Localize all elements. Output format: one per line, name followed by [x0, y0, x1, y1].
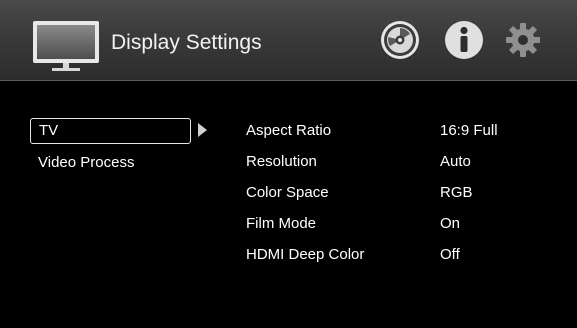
category-list: TV Video Process — [30, 118, 210, 181]
setting-value: 16:9 Full — [440, 122, 498, 139]
tv-icon — [33, 21, 99, 71]
selection-arrow-icon — [198, 123, 207, 137]
setting-value: Auto — [440, 153, 471, 170]
setting-row-resolution[interactable]: Resolution Auto — [246, 151, 546, 182]
category-item-label: TV — [39, 122, 59, 139]
category-item-tv[interactable]: TV — [30, 118, 191, 144]
setting-name: Film Mode — [246, 215, 317, 232]
category-item-video-process[interactable]: Video Process — [30, 150, 210, 176]
setting-name: Color Space — [246, 184, 329, 201]
page-title: Display Settings — [111, 31, 262, 54]
setting-row-aspect-ratio[interactable]: Aspect Ratio 16:9 Full — [246, 120, 546, 151]
info-icon[interactable] — [444, 20, 484, 60]
disc-icon[interactable] — [380, 20, 420, 60]
setting-value: Off — [440, 246, 460, 263]
setting-row-film-mode[interactable]: Film Mode On — [246, 213, 546, 244]
setting-row-color-space[interactable]: Color Space RGB — [246, 182, 546, 213]
setting-name: HDMI Deep Color — [246, 246, 365, 263]
setting-value: RGB — [440, 184, 473, 201]
display-settings-screen: Display Settings TV Video Process Aspect… — [0, 0, 577, 328]
setting-row-hdmi-deep-color[interactable]: HDMI Deep Color Off — [246, 244, 546, 275]
setting-value: On — [440, 215, 461, 232]
setting-name: Resolution — [246, 153, 317, 170]
header-bar: Display Settings — [0, 0, 577, 81]
gear-icon[interactable] — [505, 22, 541, 58]
category-item-label: Video Process — [38, 154, 135, 171]
setting-name: Aspect Ratio — [246, 122, 332, 139]
settings-list: Aspect Ratio 16:9 Full Resolution Auto C… — [246, 120, 546, 275]
